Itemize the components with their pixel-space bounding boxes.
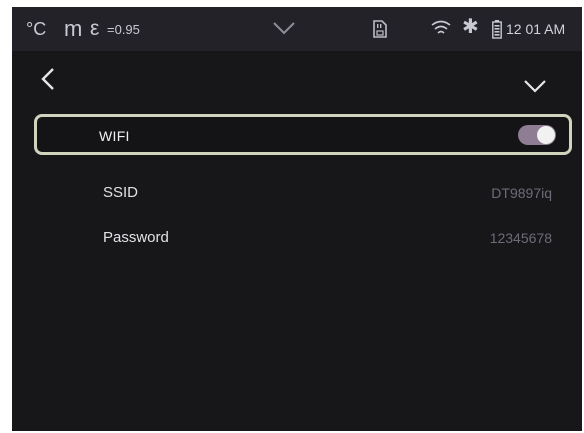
device-screen: °C m ε =0.95 ✱ 12 01 AM WIFI SSID DT9897… (12, 7, 582, 431)
wifi-label: WIFI (99, 128, 130, 144)
back-button[interactable] (38, 65, 58, 93)
temperature-unit: °C (26, 19, 47, 39)
flash-icon: ✱ (462, 16, 479, 38)
chevron-down-icon[interactable] (272, 19, 296, 37)
collapse-chevron-icon[interactable] (522, 77, 548, 95)
wifi-toggle[interactable] (518, 125, 556, 145)
ssid-value: DT9897iq (491, 185, 552, 201)
toggle-knob (537, 126, 555, 144)
battery-icon (492, 20, 502, 39)
password-value: 12345678 (489, 230, 552, 246)
status-bar: °C m ε =0.95 ✱ 12 01 AM (12, 7, 582, 51)
ssid-label: SSID (103, 184, 139, 201)
clock-time: 12 01 AM (506, 21, 566, 37)
wifi-icon (431, 20, 451, 34)
distance-unit: m (64, 16, 83, 41)
password-setting-row[interactable]: Password 12345678 (12, 227, 582, 253)
password-label: Password (103, 229, 169, 246)
emissivity-symbol: ε (90, 17, 100, 40)
ssid-setting-row[interactable]: SSID DT9897iq (12, 182, 582, 208)
sd-card-icon (373, 20, 387, 38)
emissivity-value: =0.95 (107, 22, 140, 37)
wifi-setting-row[interactable]: WIFI (34, 114, 572, 155)
